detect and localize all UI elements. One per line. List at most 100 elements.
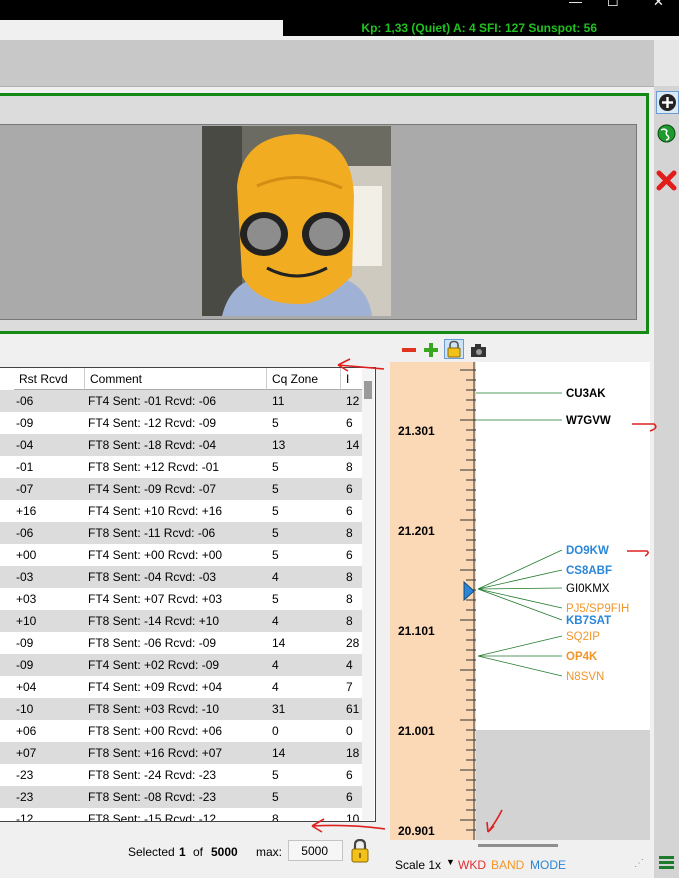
table-cell: -06 <box>16 526 34 540</box>
table-cell: FT8 Sent: +00 Rcvd: +06 <box>88 724 223 738</box>
spot-area[interactable]: CU3AK W7GVW DO9KW CS8ABF GI0KMX PJ5/SP9FIH KB7… <box>476 362 650 730</box>
table-row[interactable]: -23 FT8 Sent: -08 Rcvd: -23 5 6 <box>0 786 365 808</box>
zoom-in-icon[interactable] <box>656 91 679 114</box>
scale-dropdown-icon[interactable]: ▼ <box>446 857 455 867</box>
minimize-button[interactable]: — <box>569 0 582 9</box>
table-cell: 31 <box>272 702 286 716</box>
table-cell: 0 <box>272 724 279 738</box>
table-row[interactable]: +16 FT4 Sent: +10 Rcvd: +16 5 6 <box>0 500 365 522</box>
mode-tag-mode[interactable]: MODE <box>530 858 566 872</box>
scale-label[interactable]: Scale 1x <box>395 858 441 872</box>
maximize-button[interactable]: ☐ <box>607 0 619 10</box>
table-row[interactable]: -12 FT8 Sent: -15 Rcvd: -12 8 10 <box>0 808 365 822</box>
spot-callsign[interactable]: N8SVN <box>566 671 604 683</box>
table-cell: 14 <box>272 636 286 650</box>
table-cell: 5 <box>272 482 279 496</box>
bandmap-lock-icon[interactable] <box>444 339 464 359</box>
spot-callsign[interactable]: OP4K <box>566 651 598 663</box>
spot-callsign[interactable]: SQ2IP <box>566 631 600 643</box>
table-cell: FT8 Sent: -14 Rcvd: +10 <box>88 614 220 628</box>
table-row[interactable]: +03 FT4 Sent: +07 Rcvd: +03 5 8 <box>0 588 365 610</box>
table-scrollbar[interactable] <box>362 368 374 820</box>
side-strip-top <box>654 40 679 86</box>
table-row[interactable]: -10 FT8 Sent: +03 Rcvd: -10 31 61 <box>0 698 365 720</box>
table-row[interactable]: -03 FT8 Sent: -04 Rcvd: -03 4 8 <box>0 566 365 588</box>
spot-callsign[interactable]: KB7SAT <box>566 615 611 627</box>
spot-callsign[interactable]: DO9KW <box>566 545 609 557</box>
spot-connector-line <box>477 635 563 657</box>
close-red-icon[interactable] <box>656 170 677 191</box>
table-cell: -10 <box>16 702 34 716</box>
resize-grip-icon[interactable]: ⋰ <box>634 858 644 869</box>
spot-callsign[interactable]: PJ5/SP9FIH <box>566 603 629 615</box>
spot-connector-line <box>477 588 563 621</box>
solar-status: Kp: 1,33 (Quiet) A: 4 SFI: 127 Sunspot: … <box>283 20 679 36</box>
table-cell: FT4 Sent: -12 Rcvd: -09 <box>88 416 217 430</box>
table-row[interactable]: +06 FT8 Sent: +00 Rcvd: +06 0 0 <box>0 720 365 742</box>
table-cell: 8 <box>272 812 279 822</box>
table-cell: -04 <box>16 438 34 452</box>
frequency-label: 21.301 <box>398 424 435 438</box>
spot-callsign[interactable]: CS8ABF <box>566 565 612 577</box>
table-row[interactable]: -09 FT4 Sent: +02 Rcvd: -09 4 4 <box>0 654 365 676</box>
table-cell: 11 <box>272 394 285 408</box>
table-row[interactable]: -01 FT8 Sent: +12 Rcvd: -01 5 8 <box>0 456 365 478</box>
max-input[interactable]: 5000 <box>288 840 343 861</box>
table-row[interactable]: +00 FT4 Sent: +00 Rcvd: +00 5 6 <box>0 544 365 566</box>
table-cell: 4 <box>272 614 279 628</box>
table-cell: FT4 Sent: +00 Rcvd: +00 <box>88 548 223 562</box>
table-cell: +06 <box>16 724 37 738</box>
spot-callsign[interactable]: CU3AK <box>566 388 606 400</box>
table-cell: FT4 Sent: -09 Rcvd: -07 <box>88 482 217 496</box>
spot-callsign[interactable]: GI0KMX <box>566 583 610 595</box>
spot-connector-line <box>477 655 563 677</box>
mode-tag-band[interactable]: BAND <box>491 858 524 872</box>
bandmap-camera-icon[interactable] <box>470 342 487 358</box>
close-window-button[interactable]: ✕ <box>653 0 664 10</box>
spot-callsign[interactable]: W7GVW <box>566 415 611 427</box>
table-row[interactable]: +04 FT4 Sent: +09 Rcvd: +04 4 7 <box>0 676 365 698</box>
mode-tag-wkd[interactable]: WKD <box>458 858 486 872</box>
bandmap-scrollbar[interactable] <box>478 844 558 847</box>
table-scroll-thumb[interactable] <box>364 381 372 399</box>
table-row[interactable]: -06 FT4 Sent: -01 Rcvd: -06 11 12 <box>0 390 365 412</box>
list-icon[interactable] <box>656 852 677 873</box>
table-cell: FT8 Sent: -24 Rcvd: -23 <box>88 768 217 782</box>
column-header-comment[interactable]: Comment <box>85 368 267 390</box>
table-row[interactable]: -09 FT4 Sent: -12 Rcvd: -09 5 6 <box>0 412 365 434</box>
spot-connector-line <box>477 569 563 590</box>
table-row[interactable]: -06 FT8 Sent: -11 Rcvd: -06 5 8 <box>0 522 365 544</box>
frequency-label: 21.101 <box>398 624 435 638</box>
table-cell: -09 <box>16 416 34 430</box>
lock-icon[interactable] <box>349 838 371 863</box>
table-row[interactable]: -04 FT8 Sent: -18 Rcvd: -04 13 14 <box>0 434 365 456</box>
table-cell: 5 <box>272 460 279 474</box>
contacts-grid[interactable]: Rst Rcvd Comment Cq Zone I -06 FT4 Sent: … <box>0 367 376 822</box>
table-cell: FT8 Sent: -06 Rcvd: -09 <box>88 636 217 650</box>
table-row[interactable]: -07 FT4 Sent: -09 Rcvd: -07 5 6 <box>0 478 365 500</box>
bandmap-plus-icon[interactable] <box>423 342 439 358</box>
table-row[interactable]: +07 FT8 Sent: +16 Rcvd: +07 14 18 <box>0 742 365 764</box>
table-cell: +16 <box>16 504 37 518</box>
frequency-scale[interactable]: 21.301 21.201 21.101 21.001 20.901 <box>390 362 476 840</box>
bandmap-minus-icon[interactable] <box>401 342 417 358</box>
vfo-marker-icon[interactable] <box>463 580 475 602</box>
table-cell: 5 <box>272 416 279 430</box>
table-cell: FT8 Sent: +16 Rcvd: +07 <box>88 746 223 760</box>
column-header-rst-rcvd[interactable]: Rst Rcvd <box>14 368 85 390</box>
table-row[interactable]: -09 FT8 Sent: -06 Rcvd: -09 14 28 <box>0 632 365 654</box>
table-cell: FT8 Sent: -04 Rcvd: -03 <box>88 570 217 584</box>
table-cell: -12 <box>16 812 34 822</box>
table-cell: -09 <box>16 636 34 650</box>
table-row[interactable]: +10 FT8 Sent: -14 Rcvd: +10 4 8 <box>0 610 365 632</box>
table-cell: +07 <box>16 746 37 760</box>
column-header-cq-zone[interactable]: Cq Zone <box>267 368 341 390</box>
table-cell: 5 <box>272 548 279 562</box>
table-cell: FT4 Sent: +07 Rcvd: +03 <box>88 592 223 606</box>
table-cell: +00 <box>16 548 37 562</box>
table-cell: -23 <box>16 790 34 804</box>
table-cell: -03 <box>16 570 34 584</box>
globe-icon[interactable] <box>656 123 677 144</box>
table-row[interactable]: -23 FT8 Sent: -24 Rcvd: -23 5 6 <box>0 764 365 786</box>
table-cell: FT4 Sent: -01 Rcvd: -06 <box>88 394 217 408</box>
